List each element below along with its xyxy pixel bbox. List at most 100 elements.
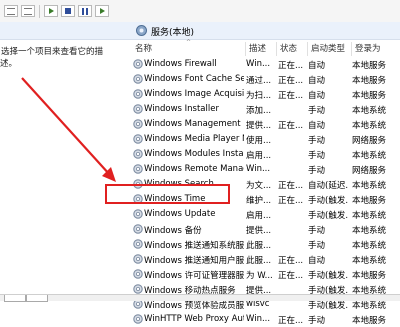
service-row[interactable]: Windows Update 启用... 手动(触发... 本地系统 — [128, 207, 400, 222]
service-name: Windows Remote Manag... — [144, 164, 244, 174]
tab-standard[interactable] — [26, 295, 48, 302]
service-description: 为扫... — [246, 91, 272, 101]
service-logon-as: 本地系统 — [352, 256, 387, 266]
service-name: Windows 许可证管理器服务 — [144, 271, 244, 281]
service-startup-type: 自动 — [308, 256, 326, 266]
service-description: 为文... — [246, 181, 272, 191]
pause-icon — [82, 8, 84, 15]
service-row[interactable]: Windows Installer 添加... 手动 本地系统 — [128, 102, 400, 117]
service-description: 启用... — [246, 211, 272, 221]
gear-icon — [133, 74, 143, 84]
show-hide-console-tree-button[interactable] — [4, 5, 18, 17]
pause-icon-bar — [86, 8, 88, 15]
service-logon-as: 本地服务 — [352, 76, 387, 86]
service-name: WinHTTP Web Proxy Aut... — [144, 314, 244, 324]
column-header-description[interactable]: 描述 — [246, 42, 277, 56]
stop-service-button[interactable] — [61, 5, 75, 17]
service-logon-as: 本地服务 — [352, 316, 387, 326]
service-startup-type: 自动 — [308, 91, 326, 101]
service-startup-type: 手动(触发... — [308, 196, 348, 206]
service-logon-as: 本地系统 — [352, 106, 387, 116]
service-row[interactable]: Windows Media Player N...使用... 手动 网络服务 — [128, 132, 400, 147]
service-description: 通过... — [246, 76, 272, 86]
service-startup-type: 手动 — [308, 166, 326, 176]
gear-icon — [133, 89, 143, 99]
properties-button[interactable] — [21, 5, 35, 17]
service-logon-as: 本地系统 — [352, 121, 387, 131]
service-name: Windows Management I... — [144, 119, 244, 129]
service-status: 正在... — [278, 316, 304, 326]
service-logon-as: 网络服务 — [352, 136, 387, 146]
gear-icon — [133, 134, 143, 144]
pause-service-button[interactable] — [78, 5, 92, 17]
service-description: Win... — [246, 164, 271, 174]
service-status: 正在... — [278, 181, 304, 191]
column-header-startup-type[interactable]: 启动类型 — [308, 42, 352, 56]
service-row[interactable]: Windows Font Cache Ser...通过... 正在... 自动 本地服… — [128, 72, 400, 87]
service-name: Windows Font Cache Ser... — [144, 74, 244, 84]
service-startup-type: 手动 — [308, 316, 326, 326]
service-startup-type: 手动(触发... — [308, 271, 348, 281]
header-title: 服务(本地) — [151, 28, 195, 38]
column-header-logon-as[interactable]: 登录为 — [352, 42, 400, 56]
service-description: 启用... — [246, 151, 272, 161]
gear-icon — [133, 239, 143, 249]
start-service-button[interactable] — [44, 5, 58, 17]
service-logon-as: 本地服务 — [352, 91, 387, 101]
service-startup-type: 自动(延迟... — [308, 181, 348, 191]
toolbar — [0, 0, 400, 23]
services-header: 服务(本地) — [0, 22, 400, 40]
description-pane: 选择一个项目来查看它的描述。 — [0, 45, 118, 69]
gear-icon — [133, 149, 143, 159]
service-startup-type: 手动 — [308, 241, 326, 251]
service-startup-type: 自动 — [308, 76, 326, 86]
service-description: 使用... — [246, 136, 272, 146]
description-text: 选择一个项目来查看它的描述。 — [0, 47, 104, 69]
service-row[interactable]: Windows Remote Manag...Win... 手动 网络服务 — [128, 162, 400, 177]
gear-icon — [133, 224, 143, 234]
service-status: 正在... — [278, 121, 304, 131]
service-row[interactable]: Windows 许可证管理器服务为 W... 正在... 手动(触发... 本地服务 — [128, 267, 400, 282]
service-status: 正在... — [278, 61, 304, 71]
play-icon — [49, 8, 54, 14]
service-logon-as: 本地系统 — [352, 151, 387, 161]
service-description: 为 W... — [246, 271, 273, 281]
service-row[interactable]: WinHTTP Web Proxy Aut... Win... 正在... 手动 本地服… — [128, 312, 400, 327]
gear-icon — [133, 104, 143, 114]
service-row[interactable]: Windows 备份 提供... 手动 本地系统 — [128, 222, 400, 237]
restart-icon — [100, 8, 105, 14]
service-row[interactable]: Windows Modules Install...启用... 手动 本地系统 — [128, 147, 400, 162]
service-logon-as: 网络服务 — [352, 166, 387, 176]
service-logon-as: 本地服务 — [352, 61, 387, 71]
service-name: Windows Image Acquisiti... — [144, 89, 244, 99]
service-logon-as: 本地系统 — [352, 241, 387, 251]
tab-extended[interactable] — [4, 295, 26, 302]
service-startup-type: 手动 — [308, 151, 326, 161]
column-header-status[interactable]: 状态 — [277, 42, 308, 56]
service-startup-type: 手动 — [308, 106, 326, 116]
gear-icon — [133, 314, 143, 324]
service-status: 正在... — [278, 76, 304, 86]
gear-icon — [133, 59, 143, 69]
properties-icon — [24, 8, 32, 15]
service-name: Windows Media Player N... — [144, 134, 244, 144]
restart-service-button[interactable] — [95, 5, 109, 17]
service-row[interactable]: Windows Firewall Win... 正在... 自动 本地服务 — [128, 57, 400, 72]
service-name: Windows Installer — [144, 104, 219, 114]
service-row[interactable]: Windows Image Acquisiti...为扫... 正在... 自动 本地… — [128, 87, 400, 102]
service-row[interactable]: Windows 推送通知系统服务 此服... 手动 本地系统 — [128, 237, 400, 252]
service-description: 提供... — [246, 226, 272, 236]
sort-caret-icon: ^ — [186, 39, 192, 46]
service-row[interactable]: Windows 推送通知用户服务...此服... 正在... 自动 本地系统 — [128, 252, 400, 267]
services-icon — [136, 25, 147, 36]
gear-icon — [133, 209, 143, 219]
toolbar-separator — [39, 5, 40, 18]
service-name: Windows 推送通知用户服务... — [144, 256, 244, 266]
service-description: 添加... — [246, 106, 272, 116]
service-startup-type: 自动 — [308, 61, 326, 71]
service-row[interactable]: Windows Management I... 提供... 正在... 自动 本地系统 — [128, 117, 400, 132]
service-name: Windows Modules Install... — [144, 149, 244, 159]
service-logon-as: 本地系统 — [352, 226, 387, 236]
console-tree-icon — [7, 8, 15, 15]
service-logon-as: 本地系统 — [352, 181, 387, 191]
